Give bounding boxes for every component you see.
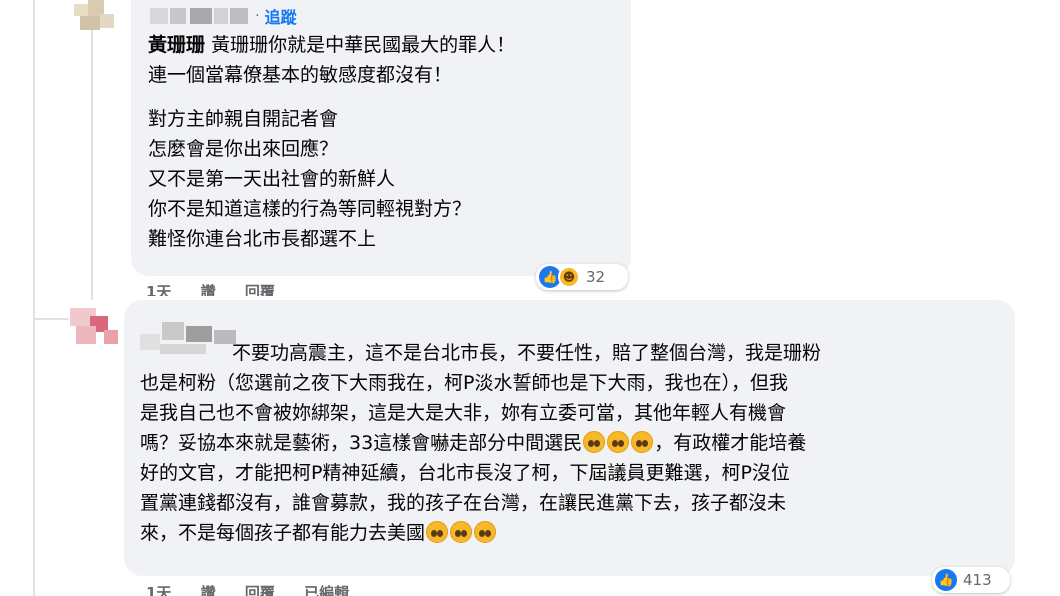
comment-line: 是我自己也不會被妳綁架，這是大是大非，妳有立委可當，其他年輕人有機會 <box>140 402 787 424</box>
comment-line: 也是柯粉（您選前之夜下大雨我在，柯P淡水誓師也是下大雨，我也在），但我 <box>140 372 788 394</box>
reaction-count: 413 <box>963 571 992 589</box>
comment-line: 對方主帥親自開記者會 <box>148 108 339 130</box>
reaction-summary[interactable]: 👍 413 <box>932 567 1010 593</box>
comment-header: · 追蹤 <box>150 4 297 27</box>
thread-line <box>91 0 93 300</box>
comment-line: 不要功高震主，這不是台北市長，不要任性，賠了整個台灣，我是珊粉 <box>232 342 822 364</box>
pleading-face-icon <box>426 521 449 543</box>
timestamp[interactable]: 1天 <box>146 283 171 296</box>
comment-thread: · 追蹤 黃珊珊 黃珊珊你就是中華民國最大的罪人！ 連一個當幕僚基本的敏感度都沒… <box>0 0 1060 596</box>
comment-actions: 1天 讚 回覆 <box>146 281 299 296</box>
reaction-summary[interactable]: 👍 ☻ 32 <box>536 264 628 290</box>
thread-line <box>33 0 35 596</box>
timestamp[interactable]: 1天 <box>146 584 171 596</box>
pleading-face-icon <box>450 521 473 543</box>
comment-line: 來，不是每個孩子都有能力去美國 <box>140 518 1000 548</box>
edited-label[interactable]: 已編輯 <box>304 584 349 596</box>
follow-link[interactable]: 追蹤 <box>265 8 297 27</box>
comment-line: 連一個當幕僚基本的敏感度都沒有！ <box>148 64 453 86</box>
comment-line: 難怪你連台北市長都選不上 <box>148 228 377 250</box>
like-button[interactable]: 讚 <box>201 283 216 296</box>
haha-icon: ☻ <box>558 266 580 288</box>
reaction-count: 32 <box>586 268 606 286</box>
pleading-face-icon <box>607 431 630 453</box>
comment-body: 黃珊珊 黃珊珊你就是中華民國最大的罪人！ 連一個當幕僚基本的敏感度都沒有！ 對方… <box>148 30 618 254</box>
pleading-face-icon <box>474 521 497 543</box>
comment-actions: 1天 讚 回覆 已編輯 <box>146 582 373 596</box>
comment-line: 嗎？妥協本來就是藝術，33這樣會嚇走部分中間選民 ，有政權才能培養 <box>140 431 807 454</box>
like-icon: 👍 <box>935 569 957 591</box>
avatar[interactable] <box>70 0 120 38</box>
separator-dot: · <box>255 8 260 24</box>
comment-line: 黃珊珊 黃珊珊你就是中華民國最大的罪人！ <box>148 34 516 56</box>
comment-line: 你不是知道這樣的行為等同輕視對方？ <box>148 198 472 220</box>
comment-body: 不要功高震主，這不是台北市長，不要任性，賠了整個台灣，我是珊粉 也是柯粉（您選前… <box>140 338 1000 548</box>
reply-button[interactable]: 回覆 <box>245 584 275 596</box>
mention-link[interactable]: 黃珊珊 <box>148 34 205 56</box>
comment-line: 又不是第一天出社會的新鮮人 <box>148 168 396 190</box>
like-button[interactable]: 讚 <box>201 584 216 596</box>
pleading-face-icon <box>583 431 606 453</box>
reply-button[interactable]: 回覆 <box>245 283 275 296</box>
comment-line: 好的文官，才能把柯P精神延續，台北市長沒了柯，下屆議員更難選，柯P沒位 <box>140 462 790 484</box>
comment-line: 怎麼會是你出來回應？ <box>148 138 339 160</box>
author-name-blurred[interactable] <box>150 8 250 24</box>
pleading-face-icon <box>631 431 654 453</box>
avatar[interactable] <box>70 300 120 350</box>
thread-branch-line <box>33 318 69 320</box>
comment-line: 置黨連錢都沒有，誰會募款，我的孩子在台灣，在讓民進黨下去，孩子都沒未 <box>140 492 787 514</box>
